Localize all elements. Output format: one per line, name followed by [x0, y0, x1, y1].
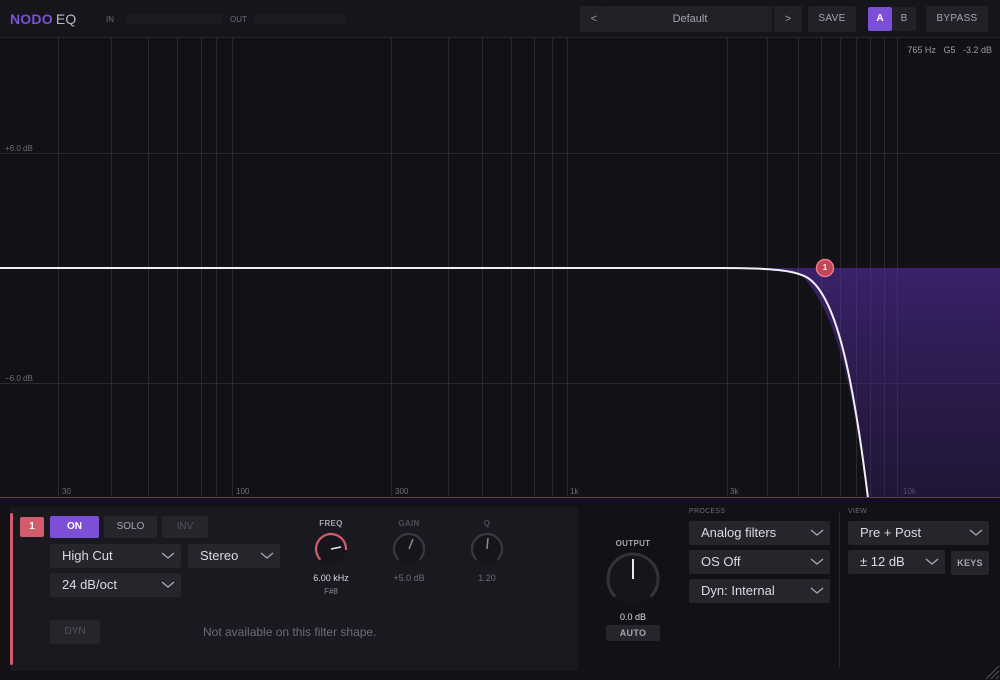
display-range-dropdown[interactable]: ± 12 dB — [848, 550, 945, 574]
view-mode-value: Pre + Post — [860, 525, 922, 540]
chevron-down-icon — [260, 552, 274, 559]
q-knob[interactable] — [469, 531, 505, 567]
bypass-button[interactable]: BYPASS — [926, 6, 988, 32]
preset-selector[interactable]: Default — [608, 6, 772, 32]
meter-out — [254, 14, 346, 24]
view-mode-dropdown[interactable]: Pre + Post — [848, 521, 989, 545]
eq-graph[interactable]: 1 — [0, 38, 1000, 498]
oversampling-value: OS Off — [701, 554, 741, 569]
readout-note: G5 — [943, 45, 956, 55]
gain-knob-label: GAIN — [398, 519, 420, 528]
band-invert-button[interactable]: INV — [162, 516, 208, 538]
freq-value: 6.00 kHz — [313, 573, 349, 583]
chevron-down-icon — [925, 558, 939, 565]
db-label-plus: +6.0 dB — [5, 144, 33, 153]
db-label-minus: −6.0 dB — [5, 374, 33, 383]
chevron-down-icon — [969, 529, 983, 536]
q-value: 1.20 — [478, 573, 496, 583]
band-color-strip — [10, 513, 13, 665]
filter-mode-value: Analog filters — [701, 525, 777, 540]
cursor-readout: 765 Hz G5 -3.2 dB — [907, 45, 992, 55]
keys-button[interactable]: KEYS — [951, 551, 989, 575]
logo-secondary: EQ — [55, 11, 77, 27]
freq-knob[interactable] — [313, 531, 349, 567]
freq-label-300: 300 — [395, 487, 409, 496]
freq-label-100: 100 — [236, 487, 250, 496]
band-number-badge[interactable]: 1 — [20, 517, 44, 537]
save-button[interactable]: SAVE — [808, 6, 856, 32]
process-label: PROCESS — [689, 508, 726, 515]
auto-gain-button[interactable]: AUTO — [606, 625, 660, 641]
ab-a-button[interactable]: A — [868, 7, 892, 31]
display-range-value: ± 12 dB — [860, 554, 905, 569]
eq-graph-canvas — [0, 38, 1000, 498]
unavailable-message: Not available on this filter shape. — [203, 625, 377, 639]
chevron-down-icon — [810, 587, 824, 594]
freq-knob-label: FREQ — [319, 519, 343, 528]
freq-label-10k: 10k — [903, 487, 916, 496]
dynamic-button[interactable]: DYN — [50, 620, 100, 644]
logo-primary: NODO — [10, 11, 53, 27]
freq-note: F#8 — [324, 587, 338, 596]
band-node-label: 1 — [822, 263, 828, 272]
meter-out-label: OUT — [230, 15, 247, 24]
gain-value: +5.0 dB — [393, 573, 425, 583]
resize-handle-icon[interactable] — [980, 660, 1000, 680]
band-solo-button[interactable]: SOLO — [104, 516, 157, 538]
dynamics-source-dropdown[interactable]: Dyn: Internal — [689, 579, 830, 603]
band-on-button[interactable]: ON — [50, 516, 99, 538]
preset-next-button[interactable]: > — [774, 6, 802, 32]
view-label: VIEW — [848, 508, 868, 515]
freq-label-3k: 3k — [730, 487, 739, 496]
ab-b-button[interactable]: B — [892, 7, 916, 31]
stereo-mode-value: Stereo — [200, 548, 239, 563]
oversampling-dropdown[interactable]: OS Off — [689, 550, 830, 574]
chevron-down-icon — [810, 558, 824, 565]
preset-prev-button[interactable]: < — [580, 6, 608, 32]
output-label: OUTPUT — [615, 539, 651, 548]
chevron-down-icon — [161, 552, 175, 559]
slope-value: 24 dB/oct — [62, 577, 117, 592]
freq-label-1k: 1k — [570, 487, 579, 496]
filter-type-value: High Cut — [62, 548, 113, 563]
freq-label-30: 30 — [62, 487, 71, 496]
q-knob-label: Q — [483, 519, 491, 528]
filter-mode-dropdown[interactable]: Analog filters — [689, 521, 830, 545]
filter-type-dropdown[interactable]: High Cut — [50, 544, 181, 568]
chevron-down-icon — [161, 581, 175, 588]
slope-dropdown[interactable]: 24 dB/oct — [50, 573, 181, 597]
chevron-down-icon — [810, 529, 824, 536]
gain-knob[interactable] — [391, 531, 427, 567]
logo: NODO EQ — [10, 11, 76, 27]
output-value: 0.0 dB — [619, 612, 647, 622]
meter-in — [126, 14, 222, 24]
section-divider — [839, 512, 840, 667]
meter-in-label: IN — [106, 15, 114, 24]
dynamics-source-value: Dyn: Internal — [701, 583, 775, 598]
stereo-mode-dropdown[interactable]: Stereo — [188, 544, 280, 568]
readout-db: -3.2 dB — [962, 45, 992, 55]
readout-freq: 765 Hz — [907, 45, 936, 55]
top-bar: NODO EQ IN OUT < Default > SAVE A B BYPAS… — [0, 0, 1000, 38]
output-knob[interactable] — [604, 550, 662, 608]
